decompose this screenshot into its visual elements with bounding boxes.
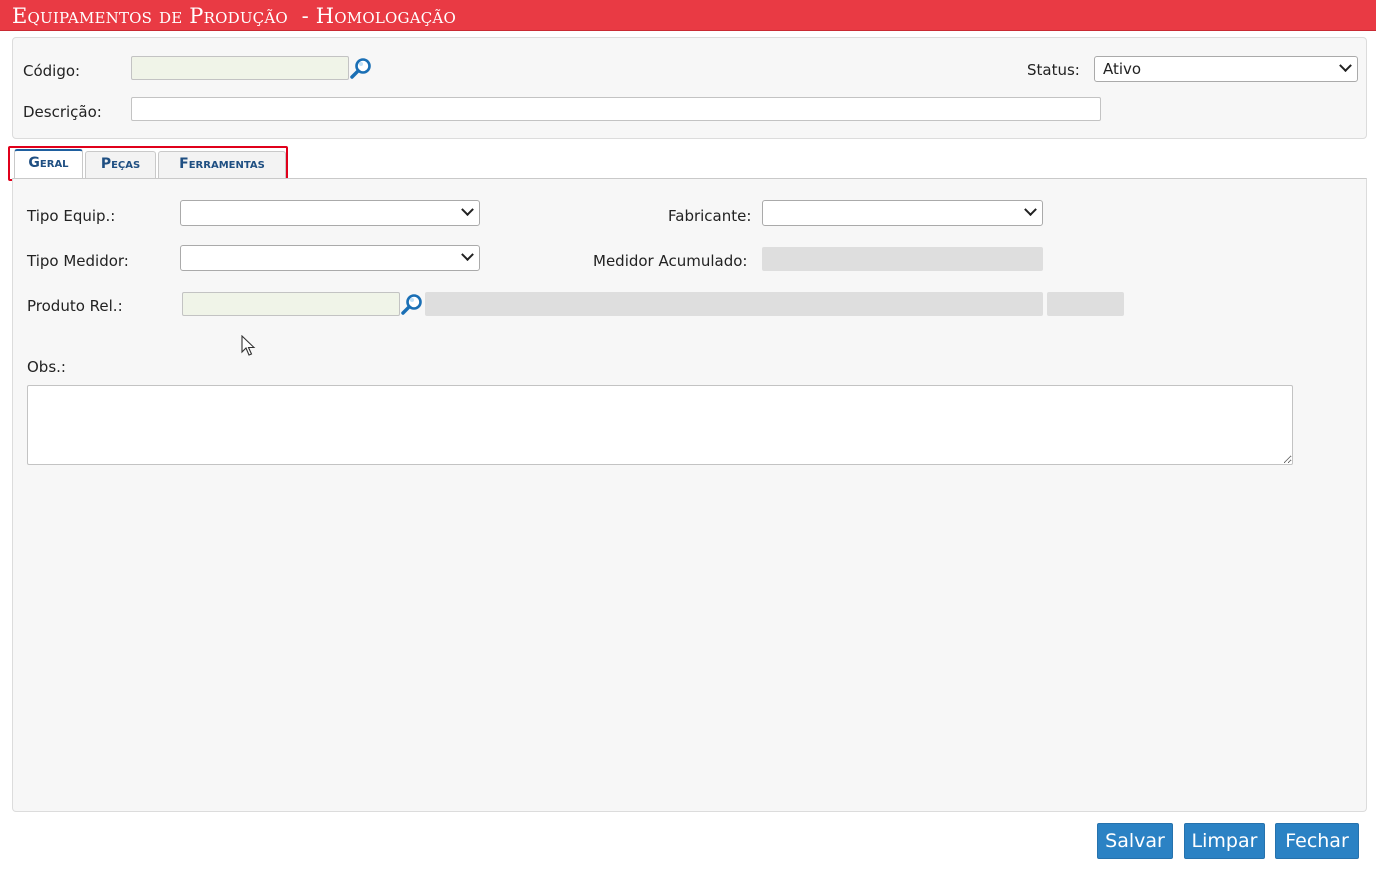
status-label: Status: — [1027, 61, 1080, 79]
tabs-highlight-box — [8, 146, 288, 181]
title-bar: Equipamentos de Produção - Homologação — [0, 0, 1376, 31]
status-value: Ativo — [1103, 60, 1142, 78]
tipo-equip-label: Tipo Equip.: — [27, 207, 116, 225]
fechar-button[interactable]: Fechar — [1275, 823, 1359, 859]
header-panel — [12, 37, 1367, 139]
codigo-label: Código: — [23, 62, 81, 80]
medidor-acumulado-label: Medidor Acumulado: — [593, 252, 748, 270]
descricao-label: Descrição: — [23, 103, 102, 121]
produto-rel-search-icon[interactable] — [400, 292, 424, 316]
tipo-equip-select[interactable] — [180, 200, 480, 226]
obs-label: Obs.: — [27, 358, 66, 376]
codigo-search-icon[interactable] — [349, 56, 373, 80]
produto-rel-unit-field — [1047, 292, 1124, 316]
produto-rel-code-input[interactable] — [182, 292, 400, 316]
chevron-down-icon — [1339, 59, 1352, 73]
chevron-down-icon — [461, 203, 474, 217]
tipo-medidor-select[interactable] — [180, 245, 480, 271]
chevron-down-icon — [1024, 203, 1037, 217]
fabricante-label: Fabricante: — [668, 207, 752, 225]
mouse-cursor-icon — [241, 335, 256, 356]
tipo-medidor-label: Tipo Medidor: — [27, 252, 129, 270]
produto-rel-label: Produto Rel.: — [27, 297, 123, 315]
salvar-button[interactable]: Salvar — [1097, 823, 1173, 859]
window-title: Equipamentos de Produção - Homologação — [12, 4, 456, 28]
produto-rel-description-field — [425, 292, 1043, 316]
chevron-down-icon — [461, 248, 474, 262]
obs-textarea[interactable] — [27, 385, 1293, 465]
fabricante-select[interactable] — [762, 200, 1043, 226]
limpar-button[interactable]: Limpar — [1184, 823, 1265, 859]
medidor-acumulado-field — [762, 247, 1043, 271]
status-select[interactable]: Ativo — [1094, 56, 1358, 82]
codigo-input[interactable] — [131, 56, 349, 80]
descricao-input[interactable] — [131, 97, 1101, 121]
tab-content-panel — [12, 178, 1367, 812]
